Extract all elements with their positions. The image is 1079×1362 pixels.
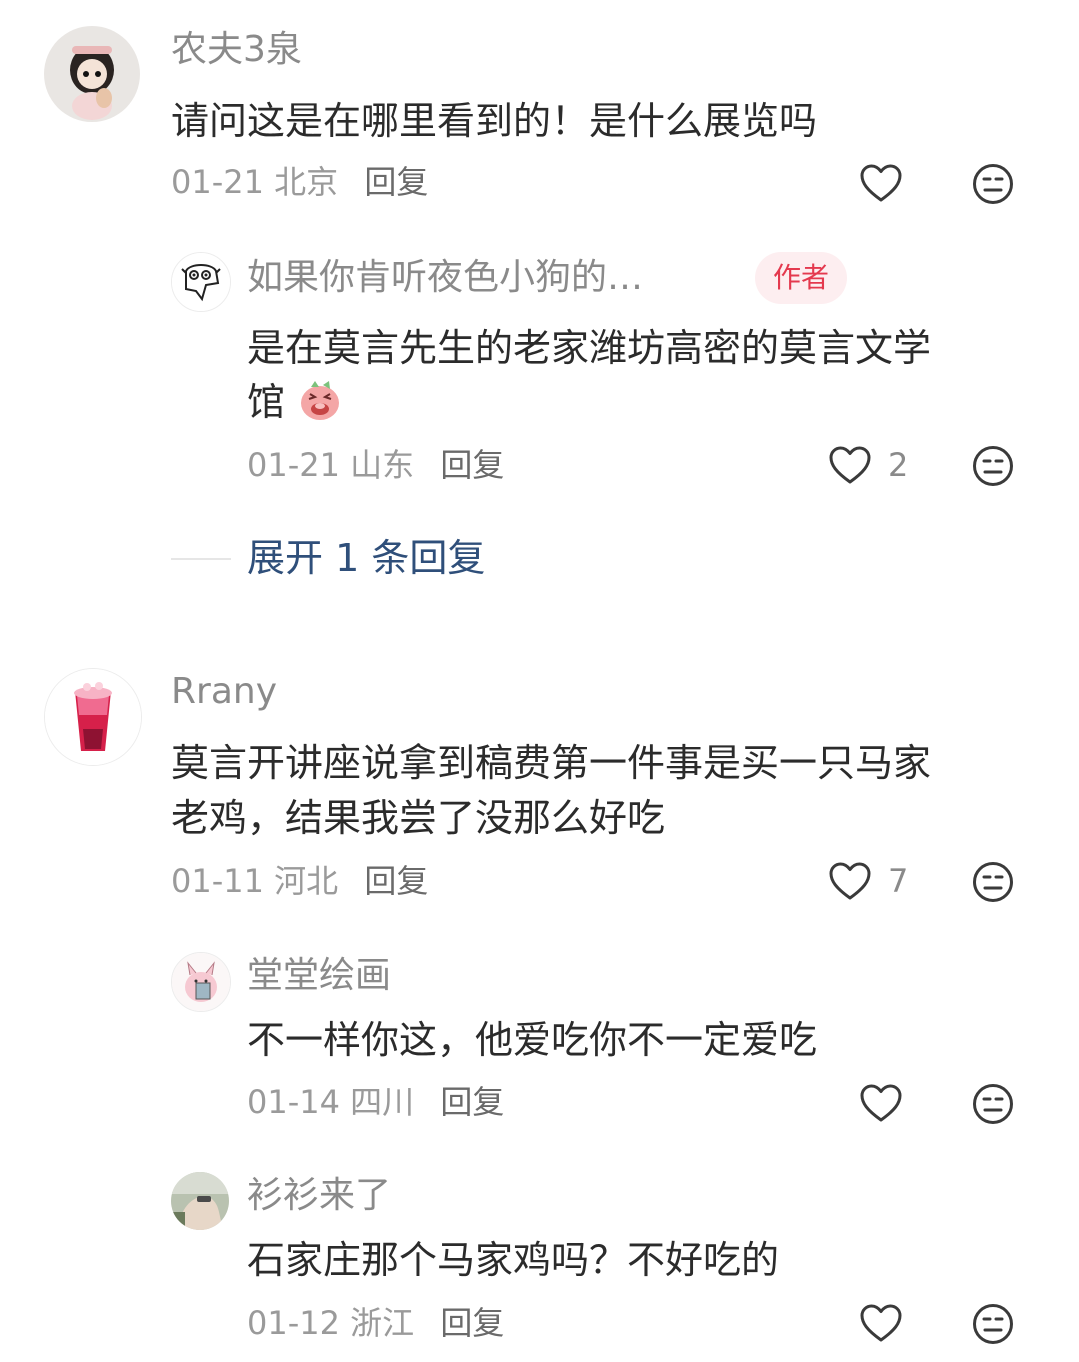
reply-button[interactable]: 回复 bbox=[440, 1304, 504, 1342]
heart-outline-icon[interactable] bbox=[828, 445, 872, 485]
heart-outline-icon[interactable] bbox=[859, 1303, 903, 1343]
heart-outline-icon[interactable] bbox=[828, 861, 872, 901]
avatar[interactable] bbox=[171, 952, 231, 1012]
comment-text: 莫言开讲座说拿到稿费第一件事是买一只马家 bbox=[171, 741, 932, 785]
expand-divider bbox=[171, 558, 231, 560]
meh-face-icon[interactable] bbox=[972, 1083, 1014, 1125]
meh-face-icon[interactable] bbox=[972, 861, 1014, 903]
reply-meta: 01-14 四川 回复 bbox=[247, 1082, 504, 1122]
reply-username[interactable]: 堂堂绘画 bbox=[247, 954, 391, 998]
author-badge: 作者 bbox=[755, 252, 848, 304]
meh-face-icon[interactable] bbox=[972, 445, 1014, 487]
reply-text: 不一样你这，他爱吃你不一定爱吃 bbox=[247, 1018, 818, 1062]
comment-date: 01-11 bbox=[171, 862, 264, 900]
like-count: 7 bbox=[888, 862, 909, 900]
avatar[interactable] bbox=[44, 668, 142, 766]
avatar[interactable] bbox=[171, 1172, 229, 1230]
like-count: 2 bbox=[888, 446, 909, 484]
reply-date: 01-21 bbox=[247, 446, 340, 484]
heart-outline-icon[interactable] bbox=[859, 1083, 903, 1123]
reply-button[interactable]: 回复 bbox=[440, 1083, 504, 1121]
comment-username[interactable]: 农夫3泉 bbox=[171, 28, 302, 72]
reply-meta: 01-21 山东 回复 bbox=[247, 445, 504, 485]
reply-location: 浙江 bbox=[350, 1304, 415, 1342]
avatar[interactable] bbox=[171, 252, 231, 312]
reply-username[interactable]: 衫衫来了 bbox=[247, 1174, 391, 1218]
meh-face-icon[interactable] bbox=[972, 1303, 1014, 1345]
reply-date: 01-14 bbox=[247, 1083, 340, 1121]
reply-text: 是在莫言先生的老家潍坊高密的莫言文学 bbox=[247, 326, 932, 370]
reply-text: 石家庄那个马家鸡吗？不好吃的 bbox=[247, 1238, 780, 1282]
reply-button[interactable]: 回复 bbox=[364, 862, 428, 900]
reply-location: 山东 bbox=[350, 446, 415, 484]
reply-date: 01-12 bbox=[247, 1304, 340, 1342]
reply-button[interactable]: 回复 bbox=[440, 446, 504, 484]
expand-replies-button[interactable]: 展开 1 条回复 bbox=[247, 534, 485, 582]
reply-text: 馆 bbox=[247, 374, 343, 430]
reply-location: 四川 bbox=[350, 1083, 415, 1121]
laughing-pig-emoji-icon bbox=[301, 381, 340, 420]
comment-date: 01-21 bbox=[171, 163, 264, 201]
comment-meta: 01-11 河北 回复 bbox=[171, 861, 428, 901]
comment-location: 河北 bbox=[274, 862, 339, 900]
comment-text: 老鸡，结果我尝了没那么好吃 bbox=[171, 796, 666, 840]
heart-outline-icon[interactable] bbox=[859, 163, 903, 203]
reply-text-line: 馆 bbox=[247, 380, 286, 424]
reply-meta: 01-12 浙江 回复 bbox=[247, 1303, 504, 1343]
meh-face-icon[interactable] bbox=[972, 163, 1014, 205]
avatar[interactable] bbox=[44, 26, 140, 122]
comment-meta: 01-21 北京 回复 bbox=[171, 162, 428, 202]
reply-button[interactable]: 回复 bbox=[364, 163, 428, 201]
reply-username[interactable]: 如果你肯听夜色小狗的… bbox=[247, 256, 643, 300]
comment-text: 请问这是在哪里看到的！是什么展览吗 bbox=[171, 99, 818, 143]
comment-location: 北京 bbox=[274, 163, 339, 201]
comment-username[interactable]: Rrany bbox=[171, 670, 277, 714]
